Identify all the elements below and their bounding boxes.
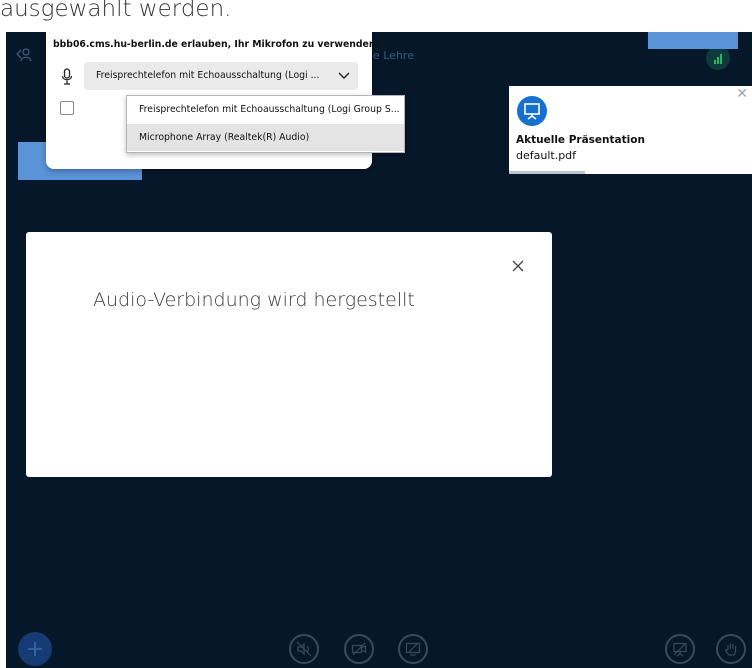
device-dropdown-list: Freisprechtelefon mit Echoausschaltung (…: [126, 95, 405, 153]
presentation-icon: [517, 96, 547, 126]
device-option[interactable]: Microphone Array (Realtek(R) Audio): [127, 124, 404, 151]
microphone-device-select[interactable]: Freisprechtelefon mit Echoausschaltung (…: [84, 62, 358, 90]
presentation-filename: default.pdf: [516, 149, 577, 162]
connection-status-icon[interactable]: [706, 46, 730, 70]
remember-checkbox[interactable]: [60, 101, 74, 115]
microphone-permission-popup: bbb06.cms.hu-berlin.de erlauben, Ihr Mik…: [46, 32, 405, 169]
presentation-title: Aktuelle Präsentation: [516, 134, 645, 146]
actions-plus-button[interactable]: [18, 632, 52, 666]
microphone-muted-icon: [296, 641, 312, 657]
meeting-title: de Lehre: [366, 49, 414, 62]
instruction-caption: ausgewählt werden.: [0, 0, 752, 32]
raise-hand-icon: [725, 643, 737, 656]
raise-hand-button[interactable]: [716, 634, 746, 664]
more-options-icon[interactable]: ⋮: [746, 44, 752, 63]
presentation-card[interactable]: ✕ Aktuelle Präsentation default.pdf: [509, 86, 752, 174]
camera-button[interactable]: [344, 634, 374, 664]
presentation-toggle-button[interactable]: [665, 634, 695, 664]
presentation-progress: [509, 171, 585, 174]
close-icon[interactable]: [512, 260, 524, 272]
plus-icon: [28, 642, 42, 656]
selected-device-label: Freisprechtelefon mit Echoausschaltung (…: [96, 70, 320, 81]
device-option[interactable]: Freisprechtelefon mit Echoausschaltung (…: [127, 96, 404, 123]
audio-connecting-modal: Audio-Verbindung wird hergestellt: [26, 232, 552, 477]
user-list-icon[interactable]: [14, 46, 32, 62]
mute-button[interactable]: [289, 634, 319, 664]
screenshare-button[interactable]: [398, 634, 428, 664]
microphone-icon: [61, 68, 73, 85]
presentation-icon: [673, 642, 687, 657]
screenshare-off-icon: [405, 642, 421, 656]
redaction-box: [648, 32, 738, 49]
meeting-app: de Lehre ⋮ ✕ Aktuelle Präsentation defau…: [6, 32, 752, 668]
permission-title: bbb06.cms.hu-berlin.de erlauben, Ihr Mik…: [53, 39, 381, 50]
video-off-icon: [351, 642, 367, 656]
modal-title: Audio-Verbindung wird hergestellt: [93, 289, 415, 311]
close-icon[interactable]: ✕: [736, 86, 748, 102]
instruction-text: ausgewählt werden.: [0, 0, 232, 22]
chevron-down-icon: [338, 72, 350, 79]
